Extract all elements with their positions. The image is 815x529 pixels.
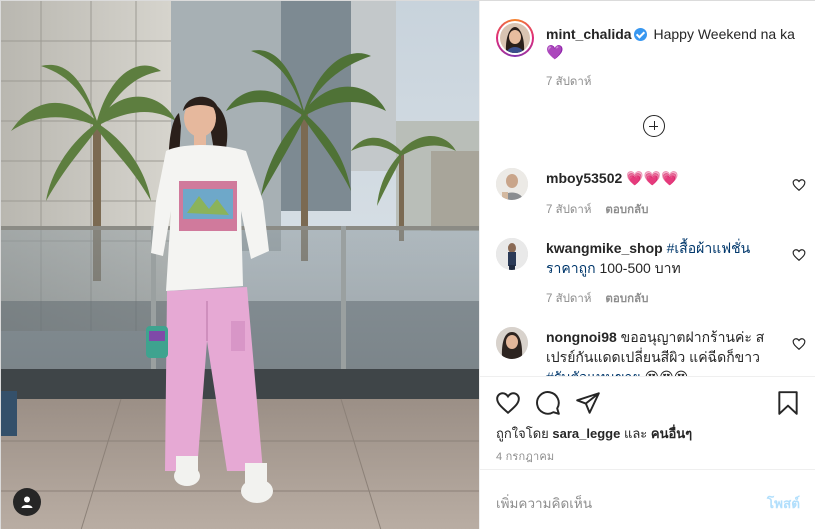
comment-meta: 7 สัปดาห์ ตอบกลับ — [546, 204, 649, 216]
comment-like-button[interactable] — [792, 248, 806, 262]
comment-text-segment: 100-500 บาท — [595, 260, 681, 276]
hashtag-link[interactable]: #เสื้อผ้าแฟชั่น — [667, 240, 751, 256]
save-button[interactable] — [774, 389, 802, 417]
load-more-comments-button[interactable] — [643, 115, 665, 137]
reply-button[interactable]: ตอบกลับ — [605, 293, 648, 305]
bookmark-icon — [778, 391, 798, 415]
share-icon — [576, 392, 600, 414]
post-date[interactable]: 4 กรกฎาคม — [496, 447, 554, 465]
commenter-avatar[interactable] — [496, 168, 528, 200]
liked-by-others[interactable]: คนอื่นๆ — [651, 426, 692, 441]
heart-icon — [792, 179, 806, 192]
share-button[interactable] — [574, 389, 602, 417]
comment-username[interactable]: kwangmike_shop — [546, 240, 663, 256]
author-avatar-image — [500, 23, 530, 53]
comment-like-button[interactable] — [792, 178, 806, 192]
hashtag-link[interactable]: #รับตัวแทนขาย — [546, 369, 641, 376]
comment-text-segment: 😍😍😍 — [641, 369, 688, 376]
heart-icon — [792, 249, 806, 262]
commenter-avatar[interactable] — [496, 327, 528, 359]
comment-username[interactable]: nongnoi98 — [546, 329, 617, 345]
comments-section: mint_chalida Happy Weekend na ka 💜 7 สัป… — [480, 1, 815, 376]
post-side-panel: mint_chalida Happy Weekend na ka 💜 7 สัป… — [479, 1, 815, 529]
post-photo[interactable] — [1, 1, 479, 529]
comment-meta: 7 สัปดาห์ ตอบกลับ — [546, 293, 649, 305]
photo-scene — [1, 1, 479, 529]
reply-button[interactable]: ตอบกลับ — [605, 204, 648, 216]
author-avatar[interactable] — [496, 19, 534, 57]
like-button[interactable] — [494, 389, 522, 417]
user-tag-button[interactable] — [13, 488, 41, 516]
post-dialog: mint_chalida Happy Weekend na ka 💜 7 สัป… — [0, 0, 815, 529]
comment-input[interactable]: เพิ่มความคิดเห็น — [496, 492, 592, 514]
comment-button[interactable] — [534, 389, 562, 417]
liked-by-user[interactable]: sara_legge — [552, 426, 620, 441]
comment-text-segment: 💗💗💗 — [626, 170, 679, 186]
comment-icon — [536, 391, 560, 415]
hashtag-link[interactable]: ราคาถูก — [546, 260, 596, 276]
comment-username[interactable]: mboy53502 — [546, 170, 622, 186]
comment-like-button[interactable] — [792, 337, 806, 351]
heart-icon — [496, 392, 520, 415]
verified-icon — [633, 28, 647, 41]
caption-time: 7 สัปดาห์ — [546, 76, 592, 88]
heart-icon — [792, 338, 806, 351]
commenter-avatar[interactable] — [496, 238, 528, 270]
comment-composer: เพิ่มความคิดเห็น โพสต์ — [480, 469, 815, 529]
post-actions: ถูกใจโดย sara_legge และ คนอื่นๆ 4 กรกฎาค… — [480, 376, 815, 469]
liked-by: ถูกใจโดย sara_legge และ คนอื่นๆ — [496, 426, 693, 441]
author-username[interactable]: mint_chalida — [546, 26, 632, 42]
user-tag-icon — [21, 496, 33, 508]
comment-text: 💗💗💗 — [626, 170, 678, 186]
post-comment-button[interactable]: โพสต์ — [767, 492, 800, 514]
